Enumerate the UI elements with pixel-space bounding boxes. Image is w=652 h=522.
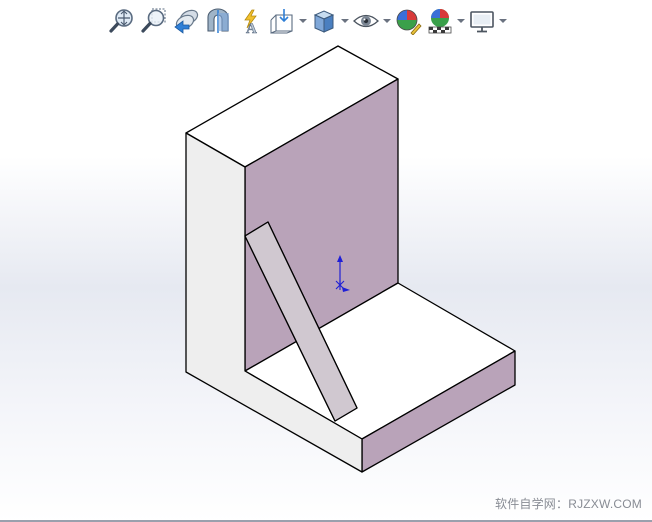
part-model[interactable] [185,45,516,473]
watermark-text: 软件自学网：RJZXW.COM [495,497,642,511]
graphics-area[interactable] [0,0,652,522]
